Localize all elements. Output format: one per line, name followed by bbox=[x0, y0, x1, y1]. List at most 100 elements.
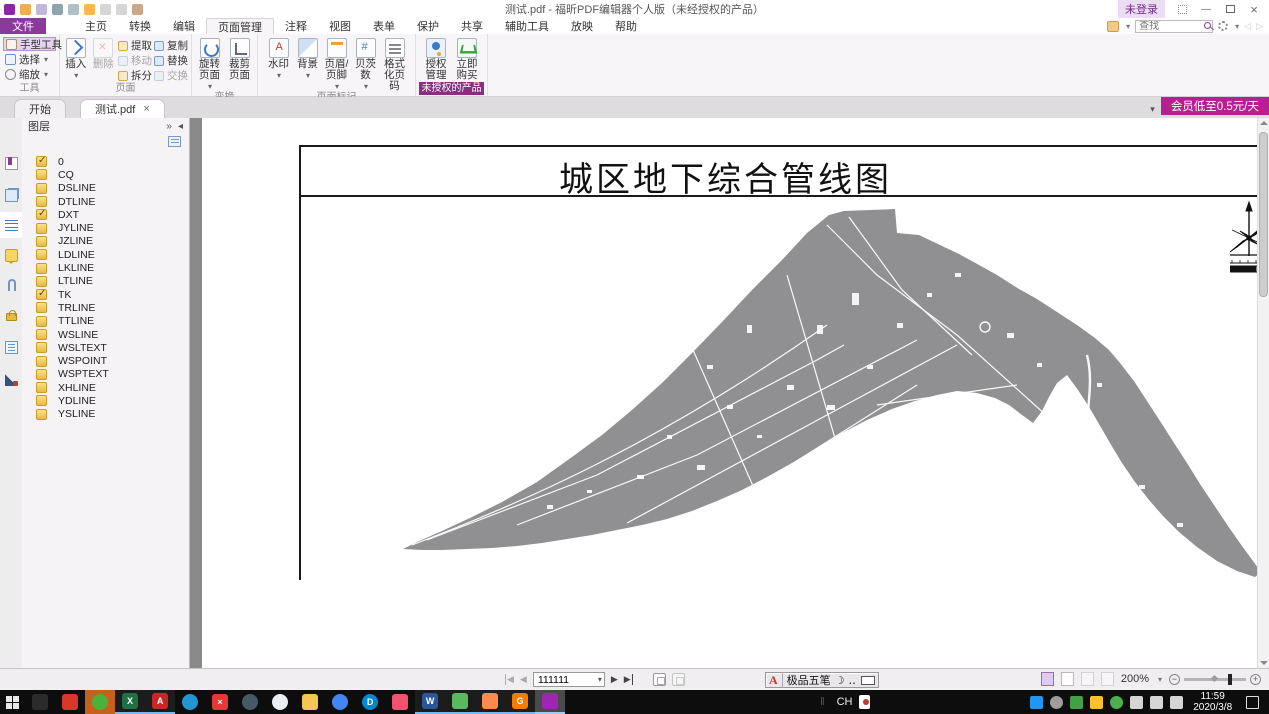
layer-visibility-checkbox[interactable] bbox=[36, 236, 47, 247]
layer-visibility-checkbox[interactable] bbox=[36, 183, 47, 194]
layer-visibility-checkbox[interactable] bbox=[36, 223, 47, 234]
quick-access-icon[interactable] bbox=[20, 4, 31, 15]
move-page-button[interactable]: 移动 bbox=[118, 54, 152, 67]
hand-tool-button[interactable]: 手型工具 bbox=[3, 37, 56, 51]
page-number-input[interactable] bbox=[533, 672, 605, 687]
layer-visibility-checkbox[interactable] bbox=[36, 276, 47, 287]
ime-punctuation-icon[interactable]: ‥ bbox=[849, 674, 857, 687]
ime-name[interactable]: 极品五笔 bbox=[782, 672, 831, 688]
zoom-track[interactable] bbox=[1184, 678, 1246, 681]
layer-row[interactable]: XHLINE bbox=[36, 381, 189, 394]
tray-icon[interactable] bbox=[1090, 696, 1103, 709]
ime-fullwidth-icon[interactable]: ☽ bbox=[835, 674, 845, 687]
scroll-up-icon[interactable] bbox=[1260, 121, 1268, 125]
swap-page-button[interactable]: 交换 bbox=[154, 69, 188, 82]
find-next-chevron[interactable]: ▷ bbox=[1256, 21, 1263, 32]
layer-row[interactable]: 0 bbox=[36, 155, 189, 168]
layer-row[interactable]: CQ bbox=[36, 168, 189, 181]
vertical-scrollbar[interactable] bbox=[1257, 118, 1269, 668]
select-tool-button[interactable]: 选择 bbox=[3, 52, 56, 66]
tab-document[interactable]: 测试.pdf× bbox=[80, 99, 165, 118]
pdf-page[interactable]: 城区地下综合管线图 bbox=[202, 118, 1257, 668]
layer-row[interactable]: WSPOINT bbox=[36, 354, 189, 367]
minimize-button[interactable] bbox=[1199, 3, 1213, 15]
pages-panel-button[interactable] bbox=[0, 182, 22, 208]
bookmarks-panel-button[interactable] bbox=[0, 150, 22, 176]
taskbar-app[interactable] bbox=[175, 690, 205, 714]
tray-icon[interactable] bbox=[1030, 696, 1043, 709]
taskbar-app[interactable] bbox=[445, 690, 475, 714]
tray-icon[interactable] bbox=[1170, 696, 1183, 709]
insert-page-button[interactable]: 插入 bbox=[63, 36, 89, 83]
layer-visibility-checkbox[interactable] bbox=[36, 302, 47, 313]
layer-visibility-checkbox[interactable] bbox=[36, 289, 47, 300]
layer-row[interactable]: JYLINE bbox=[36, 221, 189, 234]
layer-visibility-checkbox[interactable] bbox=[36, 209, 47, 220]
taskbar-app[interactable]: G bbox=[505, 690, 535, 714]
layer-visibility-checkbox[interactable] bbox=[36, 382, 47, 393]
find-scope-caret[interactable] bbox=[1124, 20, 1130, 32]
layer-visibility-checkbox[interactable] bbox=[36, 316, 47, 327]
taskbar-app[interactable]: W bbox=[415, 690, 445, 714]
layer-visibility-checkbox[interactable] bbox=[36, 342, 47, 353]
taskbar-app[interactable] bbox=[535, 690, 565, 714]
taskbar-app[interactable] bbox=[385, 690, 415, 714]
find-prev-chevron[interactable]: ◁ bbox=[1244, 21, 1251, 32]
taskbar-app[interactable] bbox=[25, 690, 55, 714]
menu-item[interactable]: 保护 bbox=[406, 18, 450, 34]
layer-row[interactable]: WSLINE bbox=[36, 328, 189, 341]
extract-page-button[interactable]: 提取 bbox=[118, 39, 152, 52]
page-number-box[interactable]: ▾ bbox=[533, 672, 605, 687]
crop-page-button[interactable]: 裁剪 页面 bbox=[226, 36, 253, 92]
layer-row[interactable]: WSPTEXT bbox=[36, 368, 189, 381]
menu-item[interactable]: 辅助工具 bbox=[494, 18, 560, 34]
login-status[interactable]: 未登录 bbox=[1118, 0, 1165, 18]
ime-mode-letter[interactable]: A bbox=[769, 673, 778, 688]
layer-row[interactable]: TTLINE bbox=[36, 315, 189, 328]
file-menu-button[interactable]: 文件 bbox=[0, 18, 46, 34]
menu-item[interactable]: 页面管理 bbox=[206, 18, 274, 34]
layers-panel-button[interactable] bbox=[0, 212, 22, 238]
quick-access-icon[interactable] bbox=[68, 4, 79, 15]
continuous-view-button[interactable] bbox=[1061, 672, 1074, 686]
taskbar-app[interactable] bbox=[85, 690, 115, 714]
comments-panel-button[interactable] bbox=[0, 242, 22, 268]
bates-number-button[interactable]: 贝茨 数 bbox=[352, 36, 379, 92]
layer-row[interactable]: TK bbox=[36, 288, 189, 301]
layer-options-icon[interactable] bbox=[168, 136, 181, 147]
taskbar-app[interactable] bbox=[295, 690, 325, 714]
delete-page-button[interactable]: 删除 bbox=[91, 36, 117, 83]
layer-row[interactable]: LKLINE bbox=[36, 261, 189, 274]
attachments-panel-button[interactable] bbox=[0, 272, 22, 298]
watermark-button[interactable]: 水印 bbox=[265, 36, 292, 92]
quick-access-icon[interactable] bbox=[36, 4, 47, 15]
membership-promo-banner[interactable]: 会员低至0.5元/天 bbox=[1161, 97, 1269, 115]
last-page-button[interactable]: ▶ bbox=[624, 674, 633, 685]
ime-keyboard-icon[interactable] bbox=[861, 676, 875, 685]
previous-page-button[interactable]: ◀ bbox=[520, 674, 527, 685]
layer-visibility-checkbox[interactable] bbox=[36, 156, 47, 167]
facing-view-button[interactable] bbox=[1081, 672, 1094, 686]
zoom-out-icon[interactable]: − bbox=[1169, 674, 1180, 685]
tray-icon[interactable] bbox=[1070, 696, 1083, 709]
layer-row[interactable]: JZLINE bbox=[36, 235, 189, 248]
page-number-caret[interactable]: ▾ bbox=[598, 675, 602, 684]
quick-access-icon[interactable] bbox=[4, 4, 15, 15]
single-page-view-button[interactable] bbox=[1041, 672, 1054, 686]
rotate-page-button[interactable]: 旋转 页面 bbox=[196, 36, 223, 92]
ime-toolbar[interactable]: A 极品五笔 ☽ ‥ bbox=[765, 672, 879, 688]
format-page-number-button[interactable]: 格式 化页码 bbox=[381, 36, 408, 92]
zoom-tool-button[interactable]: 缩放 bbox=[3, 67, 56, 81]
layer-row[interactable]: DSLINE bbox=[36, 182, 189, 195]
taskbar-app[interactable]: × bbox=[205, 690, 235, 714]
search-input[interactable] bbox=[1135, 20, 1213, 33]
taskbar-app[interactable] bbox=[325, 690, 355, 714]
header-footer-button[interactable]: 页眉/ 页脚 bbox=[323, 36, 350, 92]
layer-visibility-checkbox[interactable] bbox=[36, 369, 47, 380]
taskbar-ime-icon[interactable] bbox=[859, 695, 871, 709]
close-button[interactable] bbox=[1247, 3, 1261, 15]
tab-close-icon[interactable]: × bbox=[143, 103, 149, 115]
taskbar-clock[interactable]: 11:59 2020/3/8 bbox=[1193, 691, 1232, 713]
language-indicator[interactable]: CH bbox=[837, 696, 853, 708]
menu-item[interactable]: 帮助 bbox=[604, 18, 648, 34]
